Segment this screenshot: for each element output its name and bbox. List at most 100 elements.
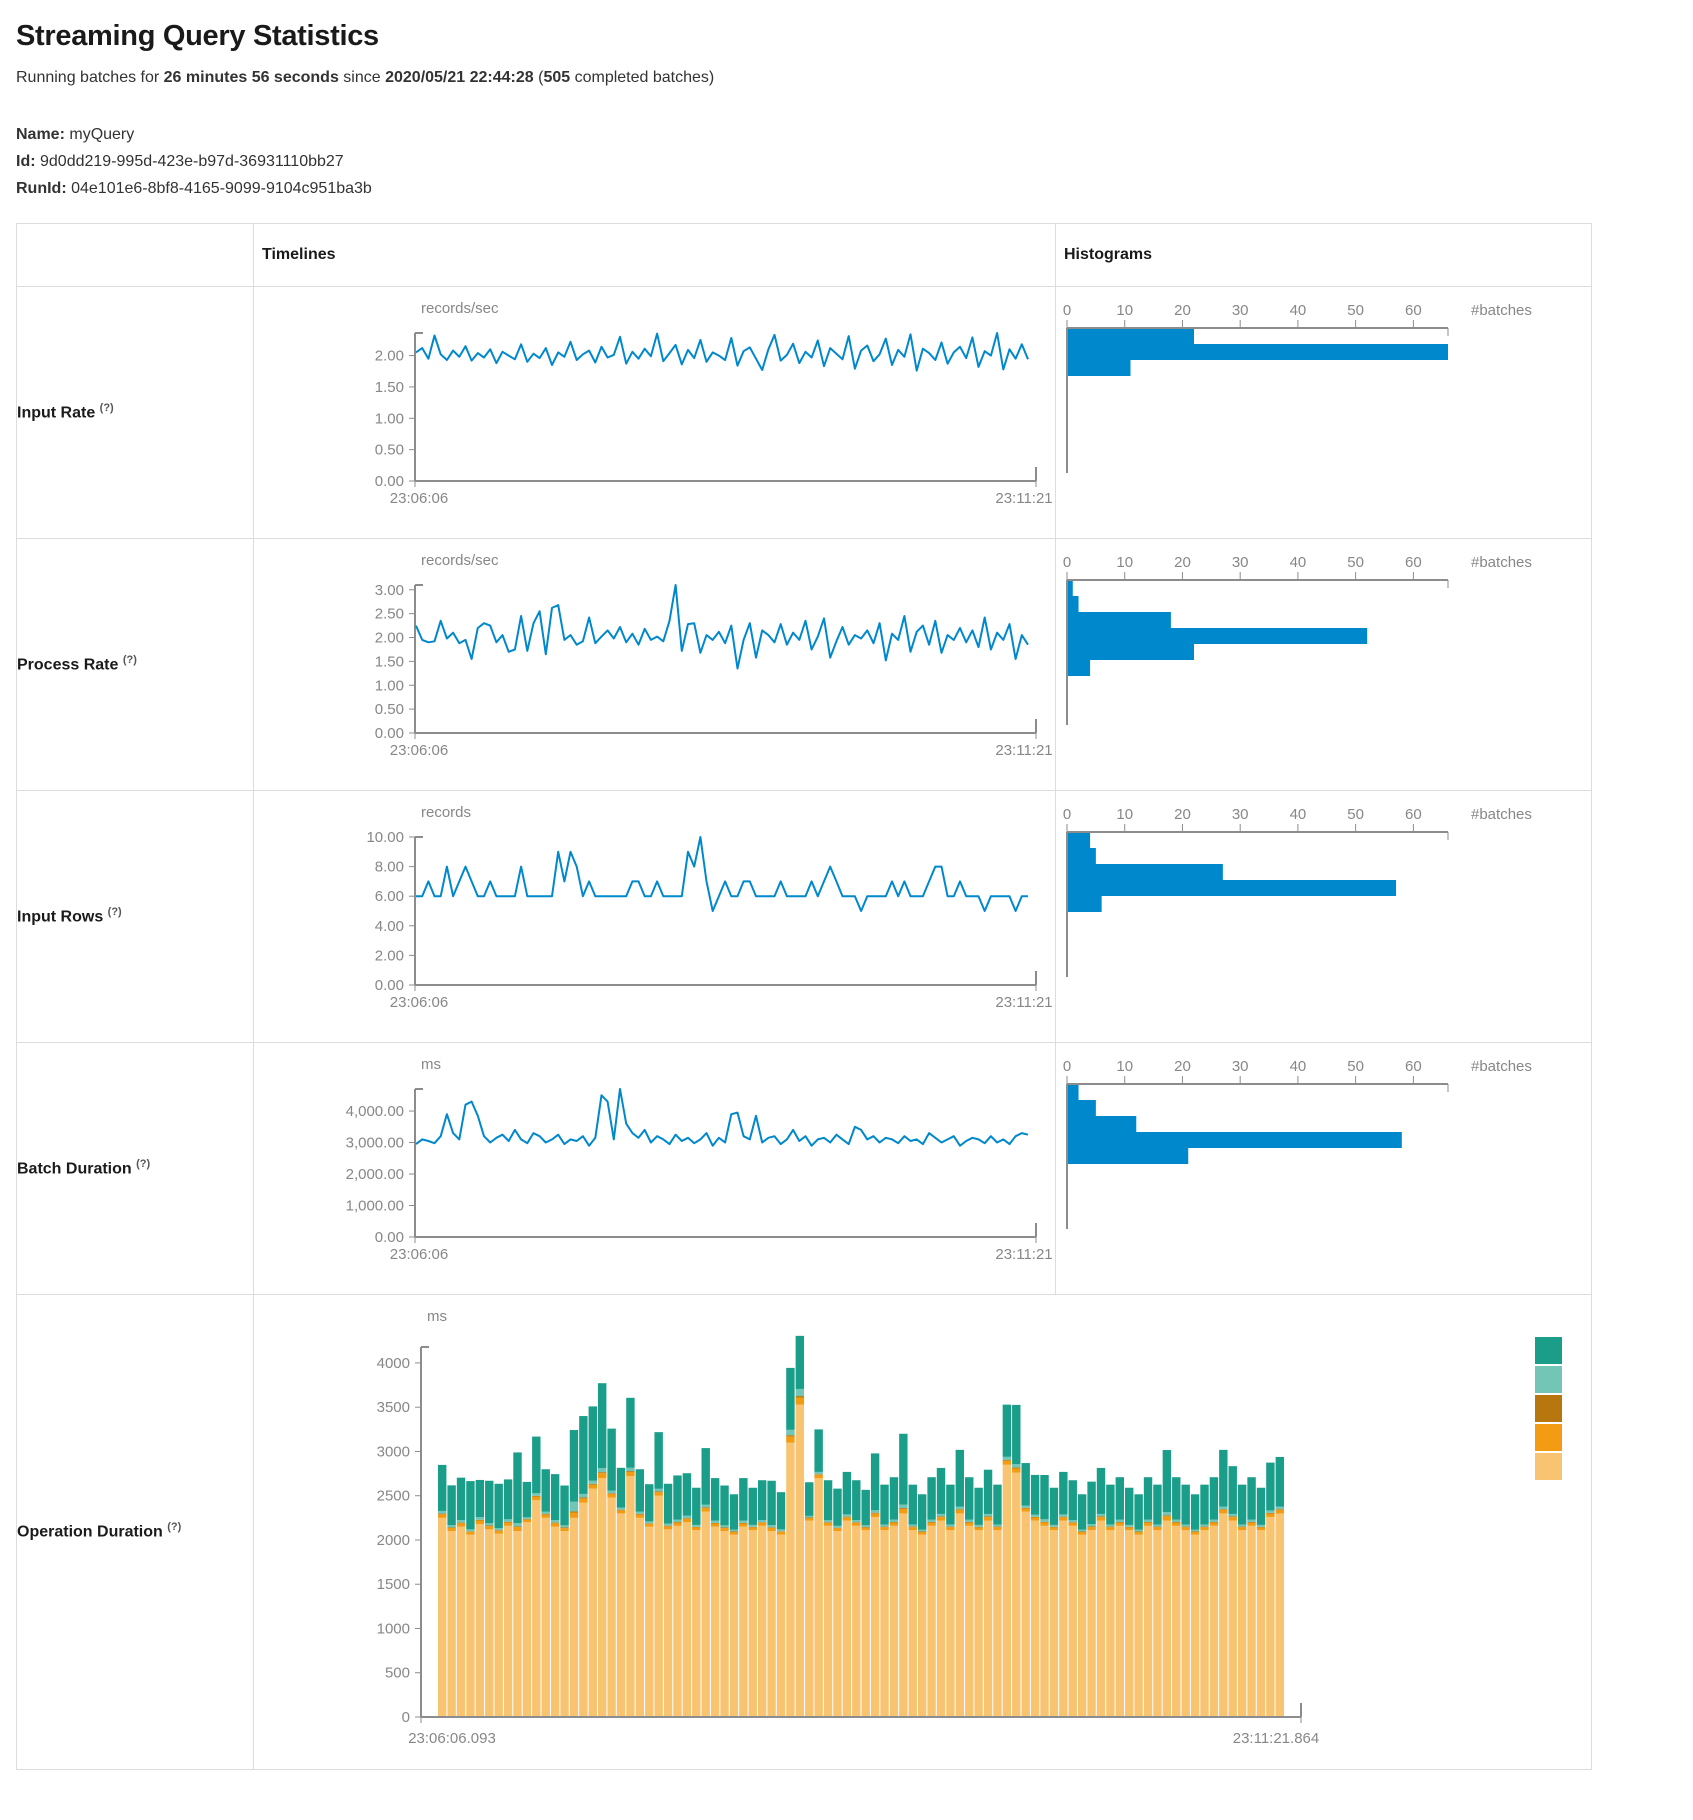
svg-text:#batches: #batches (1471, 1058, 1532, 1075)
svg-text:6.00: 6.00 (375, 888, 404, 905)
svg-text:23:06:06.093: 23:06:06.093 (408, 1730, 496, 1747)
table-row-input-rows: Input Rows (?) records0.002.004.006.008.… (17, 790, 1592, 1042)
svg-text:2.00: 2.00 (375, 347, 404, 364)
input-rows-histogram-cell: 0102030405060#batches (1056, 790, 1592, 1042)
svg-text:20: 20 (1174, 302, 1191, 319)
status-mid: since (339, 69, 385, 86)
svg-text:50: 50 (1347, 554, 1364, 571)
svg-text:0: 0 (1063, 302, 1071, 319)
svg-text:3,000.00: 3,000.00 (346, 1134, 404, 1151)
row-label-text: Input Rate (17, 404, 95, 421)
svg-text:23:11:21: 23:11:21 (995, 1246, 1052, 1263)
query-info: Name: myQuery Id: 9d0dd219-995d-423e-b97… (16, 121, 1677, 203)
svg-text:0: 0 (1063, 1058, 1071, 1075)
svg-text:10: 10 (1116, 1058, 1133, 1075)
svg-text:2.00: 2.00 (375, 629, 404, 646)
col-header-timelines: Timelines (254, 223, 1056, 286)
input-rows-timeline-chart: records0.002.004.006.008.0010.0023:06:06… (254, 791, 1055, 1042)
svg-text:2500: 2500 (377, 1487, 410, 1504)
svg-text:23:06:06: 23:06:06 (390, 742, 448, 759)
svg-text:60: 60 (1405, 554, 1422, 571)
svg-text:20: 20 (1174, 1058, 1191, 1075)
status-prefix: Running batches for (16, 69, 164, 86)
process-rate-timeline-chart: records/sec0.000.501.001.502.002.503.002… (254, 539, 1055, 790)
svg-text:2.00: 2.00 (375, 947, 404, 964)
svg-text:23:11:21: 23:11:21 (995, 490, 1052, 507)
svg-text:40: 40 (1290, 1058, 1307, 1075)
batch-duration-histogram-chart: 0 10 20 30 40 50 60 #batches (1056, 1043, 1591, 1294)
svg-text:records: records (421, 804, 471, 821)
help-icon[interactable]: (?) (108, 906, 122, 918)
help-icon[interactable]: (?) (100, 402, 114, 414)
svg-text:10.00: 10.00 (366, 829, 404, 846)
legend-swatch (1535, 1337, 1562, 1364)
id-label: Id: (16, 153, 36, 170)
operation-duration-legend (1535, 1337, 1562, 1480)
svg-text:1000: 1000 (377, 1620, 410, 1637)
svg-text:23:06:06: 23:06:06 (390, 490, 448, 507)
svg-text:3500: 3500 (377, 1399, 410, 1416)
input-rate-histogram-cell: 0102030405060#batches (1056, 286, 1592, 538)
legend-swatch (1535, 1366, 1562, 1393)
table-row-process-rate: Process Rate (?) records/sec0.000.501.00… (17, 538, 1592, 790)
table-header-row: Timelines Histograms (17, 223, 1592, 286)
svg-text:0: 0 (1063, 554, 1071, 571)
name-value: myQuery (69, 126, 134, 143)
svg-text:30: 30 (1232, 302, 1249, 319)
svg-text:0.00: 0.00 (375, 725, 404, 742)
svg-text:10: 10 (1116, 806, 1133, 823)
svg-text:23:11:21: 23:11:21 (995, 742, 1052, 759)
svg-text:60: 60 (1405, 806, 1422, 823)
svg-text:1.50: 1.50 (375, 653, 404, 670)
svg-text:4,000.00: 4,000.00 (346, 1103, 404, 1120)
svg-text:50: 50 (1347, 1058, 1364, 1075)
row-label-operation-duration: Operation Duration (?) (17, 1294, 254, 1769)
svg-text:0.50: 0.50 (375, 441, 404, 458)
status-duration: 26 minutes 56 seconds (164, 69, 339, 86)
svg-text:50: 50 (1347, 806, 1364, 823)
svg-text:1500: 1500 (377, 1576, 410, 1593)
page-content: Streaming Query Statistics Running batch… (0, 0, 1693, 1800)
running-batches-status: Running batches for 26 minutes 56 second… (16, 69, 1677, 87)
legend-swatch (1535, 1424, 1562, 1451)
svg-text:3.00: 3.00 (375, 581, 404, 598)
row-label-text: Process Rate (17, 656, 118, 673)
svg-text:20: 20 (1174, 806, 1191, 823)
name-label: Name: (16, 126, 65, 143)
help-icon[interactable]: (?) (123, 654, 137, 666)
table-row-input-rate: Input Rate (?) records/sec0.000.501.001.… (17, 286, 1592, 538)
status-suffix: completed batches) (570, 69, 714, 86)
svg-text:4000: 4000 (377, 1354, 410, 1371)
help-icon[interactable]: (?) (136, 1158, 150, 1170)
svg-text:0.00: 0.00 (375, 1229, 404, 1246)
input-rows-timeline-cell: records0.002.004.006.008.0010.0023:06:06… (254, 790, 1056, 1042)
svg-text:3000: 3000 (377, 1443, 410, 1460)
svg-text:60: 60 (1405, 1058, 1422, 1075)
query-name-line: Name: myQuery (16, 121, 1677, 148)
svg-text:0: 0 (402, 1709, 410, 1726)
table-row-batch-duration: Batch Duration (?) ms0.001,000.002,000.0… (17, 1042, 1592, 1294)
legend-swatch (1535, 1453, 1562, 1480)
svg-text:0.50: 0.50 (375, 701, 404, 718)
svg-text:ms: ms (427, 1308, 447, 1325)
svg-text:1.00: 1.00 (375, 410, 404, 427)
svg-text:30: 30 (1232, 1058, 1249, 1075)
svg-text:30: 30 (1232, 554, 1249, 571)
svg-text:10: 10 (1116, 554, 1133, 571)
svg-text:40: 40 (1290, 302, 1307, 319)
input-rate-timeline-cell: records/sec0.000.501.001.502.0023:06:062… (254, 286, 1056, 538)
svg-text:23:11:21: 23:11:21 (995, 994, 1052, 1011)
help-icon[interactable]: (?) (167, 1521, 181, 1533)
svg-text:500: 500 (385, 1664, 410, 1681)
svg-text:2,000.00: 2,000.00 (346, 1166, 404, 1183)
svg-text:10: 10 (1116, 302, 1133, 319)
batch-duration-timeline-chart: ms0.001,000.002,000.003,000.004,000.0023… (254, 1043, 1055, 1294)
input-rate-histogram-chart: 0102030405060#batches (1056, 287, 1591, 538)
svg-text:40: 40 (1290, 554, 1307, 571)
svg-text:#batches: #batches (1471, 554, 1532, 571)
process-rate-timeline-cell: records/sec0.000.501.001.502.002.503.002… (254, 538, 1056, 790)
svg-text:records/sec: records/sec (421, 300, 499, 317)
status-timestamp: 2020/05/21 22:44:28 (385, 69, 534, 86)
status-open-paren: ( (534, 69, 544, 86)
svg-text:ms: ms (421, 1056, 441, 1073)
